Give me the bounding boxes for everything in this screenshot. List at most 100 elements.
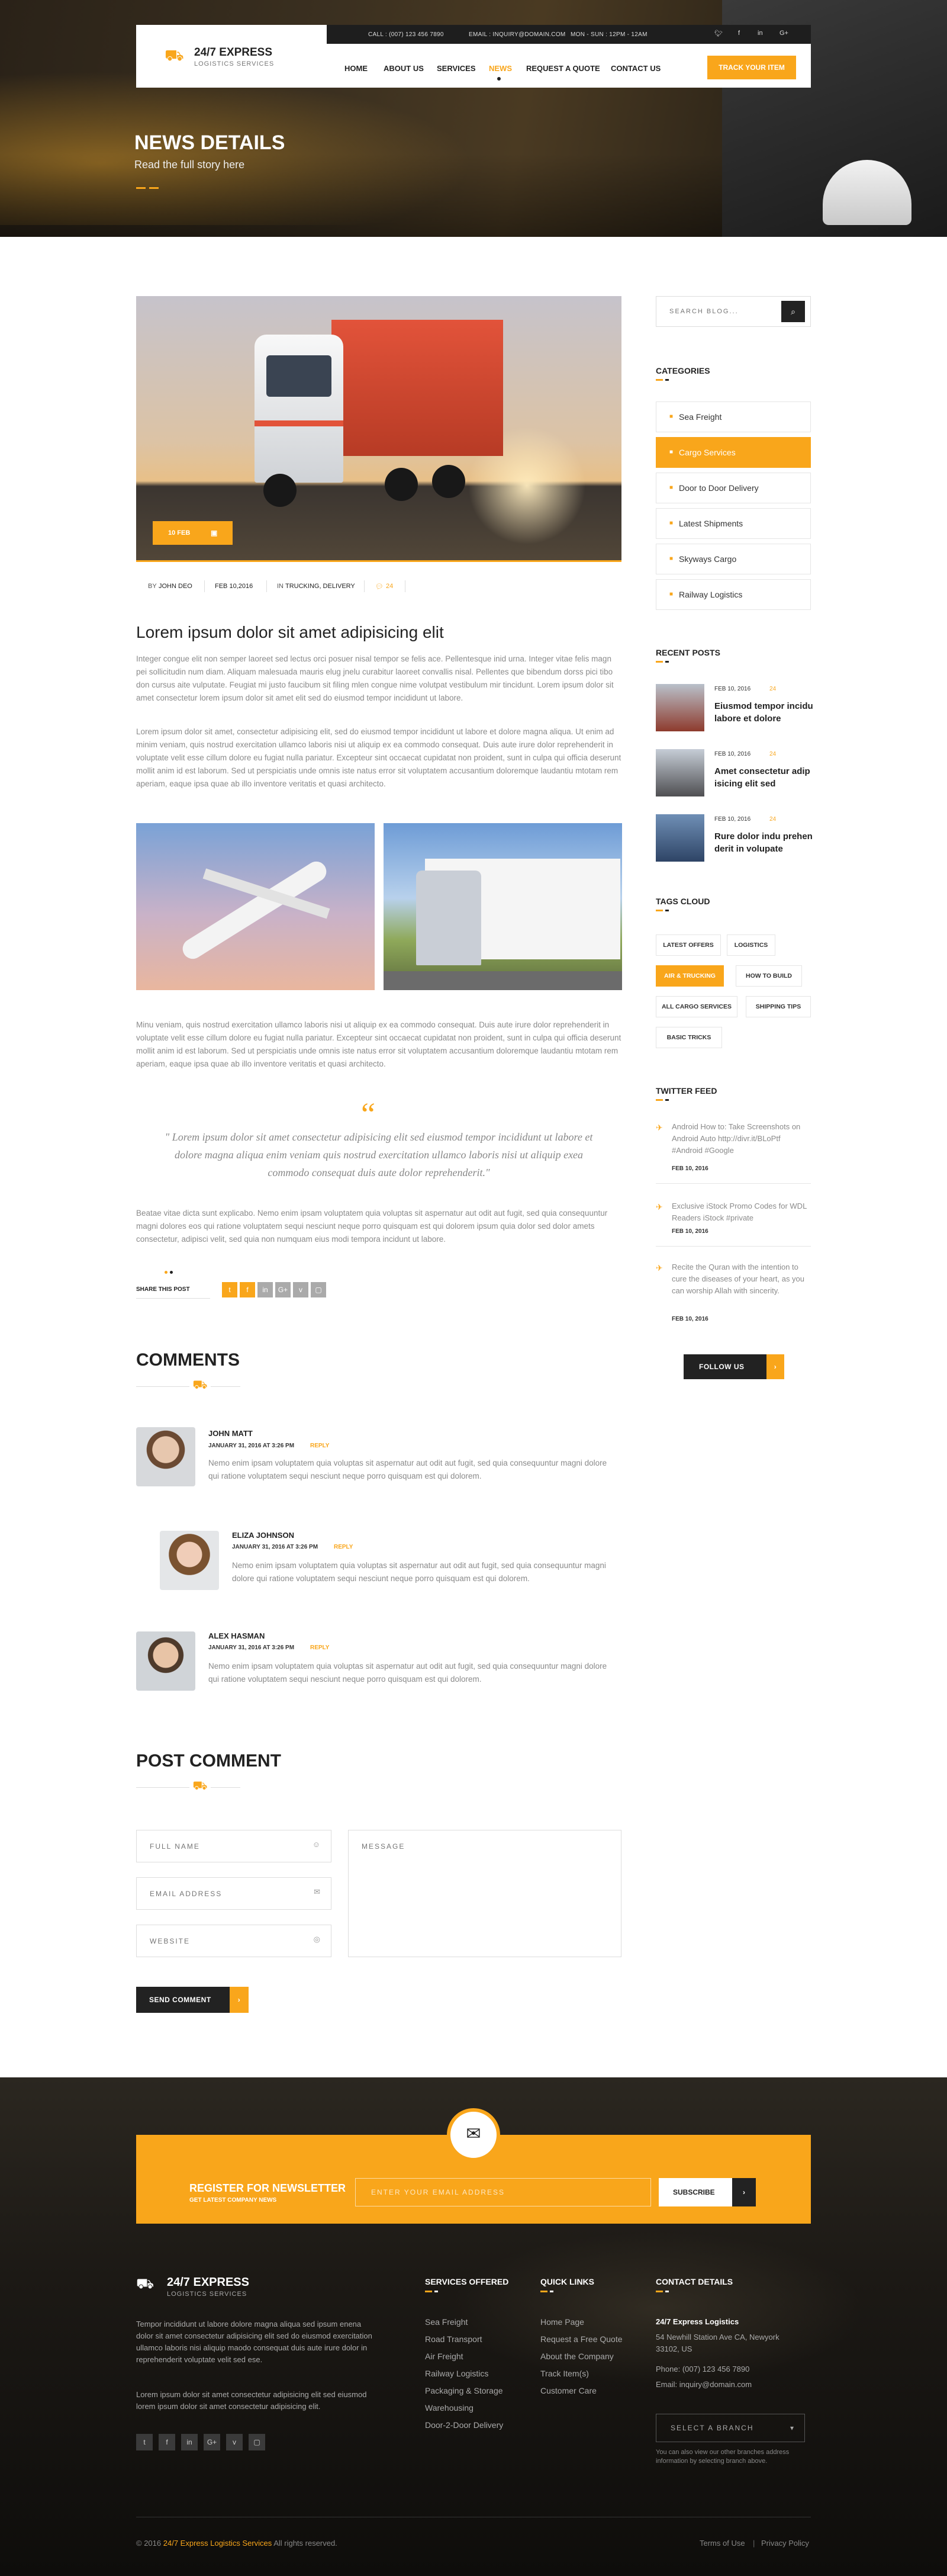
brand-tagline: LOGISTICS SERVICES [194, 60, 275, 68]
footer-service-link[interactable]: Railway Logistics [425, 2369, 488, 2378]
meta-author[interactable]: JOHN DEO [159, 583, 192, 590]
logo[interactable]: ⛟ 24/7 EXPRESS LOGISTICS SERVICES [136, 25, 327, 88]
footer-service-link[interactable]: Sea Freight [425, 2317, 468, 2327]
comment-date: JANUARY 31, 2016 AT 3:26 PM [208, 1443, 295, 1449]
facebook-icon[interactable]: f [738, 30, 740, 37]
website-field[interactable]: ◎ [136, 1925, 331, 1957]
footer-service-link[interactable]: Door-2-Door Delivery [425, 2420, 503, 2430]
title-dash [149, 187, 159, 189]
category-cargo-services[interactable]: ■ Cargo Services [656, 437, 811, 468]
message-field[interactable] [348, 1830, 621, 1957]
message-input[interactable] [349, 1830, 621, 1957]
meta-date: FEB 10,2016 [215, 583, 253, 590]
contact-email[interactable]: Email: inquiry@domain.com [656, 2379, 752, 2391]
twitter-icon: ✈︎ [656, 1202, 663, 1212]
category-latest-shipments[interactable]: ■ Latest Shipments [656, 508, 811, 539]
recent-post-thumb[interactable] [656, 684, 704, 731]
full-name-field[interactable]: ☺ [136, 1830, 331, 1862]
newsletter-email-input[interactable] [356, 2179, 650, 2206]
category-sea-freight[interactable]: ■ Sea Freight [656, 402, 811, 432]
terms-link[interactable]: Terms of Use [700, 2539, 745, 2548]
recent-post-thumb[interactable] [656, 814, 704, 862]
footer-service-link[interactable]: Air Freight [425, 2352, 463, 2361]
privacy-link[interactable]: Privacy Policy [761, 2539, 809, 2548]
divider [211, 1787, 240, 1788]
recent-post-title[interactable]: Eiusmod tempor incidu labore et dolore [714, 700, 815, 725]
twitter-icon[interactable]: t [222, 1282, 237, 1297]
category-railway-logistics[interactable]: ■ Railway Logistics [656, 579, 811, 610]
copyright-brand[interactable]: 24/7 Express Logistics Services [163, 2539, 272, 2548]
linkedin-icon[interactable]: in [758, 30, 763, 37]
follow-us-button[interactable]: FOLLOW US › [684, 1354, 784, 1379]
tag[interactable]: LOGISTICS [727, 934, 775, 956]
recent-post-thumb[interactable] [656, 749, 704, 796]
send-comment-button[interactable]: SEND COMMENT › [136, 1987, 249, 2013]
footer-quick-link[interactable]: About the Company [540, 2352, 614, 2361]
subscribe-button[interactable]: SUBSCRIBE › [659, 2178, 756, 2206]
full-name-input[interactable] [137, 1830, 331, 1862]
post-title: Lorem ipsum dolor sit amet adipisicing e… [136, 623, 444, 641]
branch-select[interactable]: SELECT A BRANCH ▾ [656, 2414, 805, 2442]
badge-date: 10 FEB [168, 529, 191, 537]
meta-categories[interactable]: TRUCKING, DELIVERY [285, 583, 355, 590]
nav-news[interactable]: NEWS [489, 64, 512, 73]
topbar-email[interactable]: EMAIL : INQUIRY@DOMAIN.COM [469, 31, 566, 38]
reply-link[interactable]: REPLY [334, 1544, 353, 1550]
nav-home[interactable]: HOME [344, 64, 368, 73]
search-icon[interactable]: ⌕ [781, 301, 805, 322]
linkedin-icon[interactable]: in [181, 2434, 198, 2450]
footer-service-link[interactable]: Road Transport [425, 2334, 482, 2344]
email-input[interactable] [137, 1878, 331, 1909]
twitter-icon[interactable]: 🐦︎ [714, 30, 723, 37]
google-plus-icon[interactable]: G+ [275, 1282, 291, 1297]
linkedin-icon[interactable]: in [257, 1282, 273, 1297]
tweet-date: FEB 10, 2016 [672, 1165, 708, 1172]
track-item-button[interactable]: TRACK YOUR ITEM [707, 56, 796, 79]
google-plus-icon[interactable]: G+ [779, 30, 788, 37]
category-door-to-door[interactable]: ■ Door to Door Delivery [656, 473, 811, 503]
copyright: © 2016 24/7 Express Logistics Services A… [136, 2539, 337, 2548]
recent-post-title[interactable]: Amet consectetur adip isicing elit sed [714, 765, 815, 790]
newsletter-email-field[interactable] [355, 2178, 651, 2206]
envelope-icon: ✉ [314, 1887, 321, 1896]
footer-service-link[interactable]: Warehousing [425, 2403, 474, 2413]
instagram-icon[interactable]: ▢ [311, 1282, 326, 1297]
search-input[interactable] [656, 297, 781, 326]
category-skyways-cargo[interactable]: ■ Skyways Cargo [656, 544, 811, 574]
nav-services[interactable]: SERVICES [437, 64, 476, 73]
footer-quick-link[interactable]: Home Page [540, 2317, 584, 2327]
website-input[interactable] [137, 1925, 331, 1957]
reply-link[interactable]: REPLY [310, 1443, 329, 1449]
nav-request-quote[interactable]: REQUEST A QUOTE [526, 64, 600, 73]
vimeo-icon[interactable]: v [293, 1282, 308, 1297]
twitter-icon: ✈︎ [656, 1123, 663, 1132]
tag[interactable]: LATEST OFFERS [656, 934, 721, 956]
instagram-icon[interactable]: ▢ [249, 2434, 265, 2450]
nav-contact[interactable]: CONTACT US [611, 64, 661, 73]
google-plus-icon[interactable]: G+ [204, 2434, 220, 2450]
tag[interactable]: AIR & TRUCKING [656, 965, 724, 987]
footer-quick-link[interactable]: Request a Free Quote [540, 2334, 623, 2344]
avatar [160, 1531, 219, 1590]
footer-quick-link[interactable]: Customer Care [540, 2386, 597, 2395]
heading-dash [656, 2291, 663, 2292]
tag[interactable]: HOW TO BUILD [736, 965, 802, 987]
tag[interactable]: ALL CARGO SERVICES [656, 996, 737, 1017]
heading-dash [665, 910, 669, 911]
nav-about[interactable]: ABOUT US [384, 64, 424, 73]
tag[interactable]: SHIPPING TIPS [746, 996, 811, 1017]
vimeo-icon[interactable]: v [226, 2434, 243, 2450]
quick-links-heading: QUICK LINKS [540, 2277, 594, 2286]
tag[interactable]: BASIC TRICKS [656, 1027, 722, 1048]
email-field[interactable]: ✉ [136, 1877, 331, 1910]
footer-quick-link[interactable]: Track Item(s) [540, 2369, 589, 2378]
branch-select-value: SELECT A BRANCH [671, 2424, 754, 2432]
footer-service-link[interactable]: Packaging & Storage [425, 2386, 503, 2395]
tweet-text: Android How to: Take Screenshots on Andr… [672, 1122, 801, 1155]
facebook-icon[interactable]: f [240, 1282, 255, 1297]
facebook-icon[interactable]: f [159, 2434, 175, 2450]
recent-post-title[interactable]: Rure dolor indu prehen derit in volupate [714, 830, 815, 855]
reply-link[interactable]: REPLY [310, 1644, 329, 1651]
twitter-icon[interactable]: t [136, 2434, 153, 2450]
divider [211, 1386, 240, 1387]
